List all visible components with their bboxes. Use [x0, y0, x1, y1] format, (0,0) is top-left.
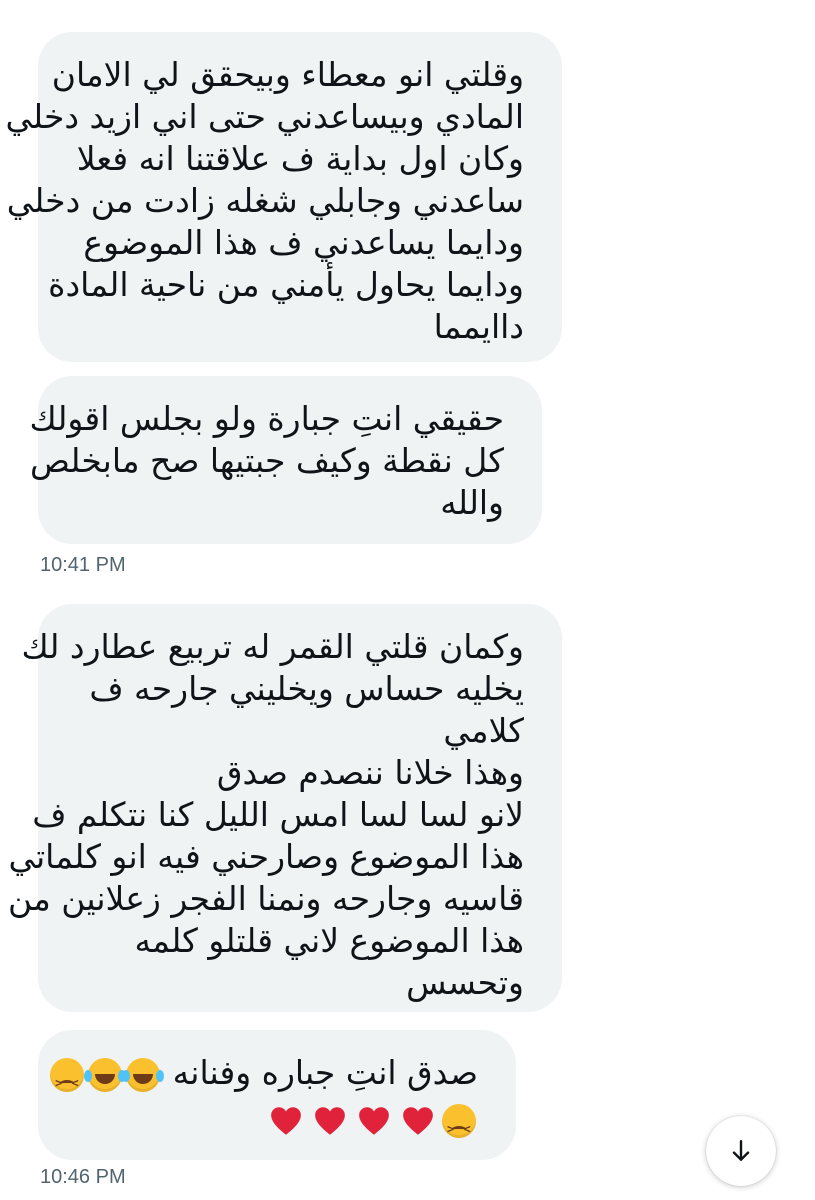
message-line: ودايما يحاول يأمني من ناحية المادة [48, 265, 524, 304]
persevering-face-icon [50, 1057, 85, 1104]
face-with-tears-of-joy-icon [84, 1057, 123, 1092]
message-line: داايمما [433, 307, 524, 346]
message-line [68, 1098, 478, 1150]
message-line: كل نقطة وكيف جبتيها صح مابخلص [30, 441, 504, 480]
message-text: صدق انتِ جباره وفنانه [172, 1053, 478, 1092]
message-line: يخليه حساس ويخليني جارحه ف [89, 669, 524, 708]
previous-timestamp-partial [40, 0, 140, 4]
message-bubble[interactable]: صدق انتِ جباره وفنانه [38, 1030, 516, 1160]
message-line: وكمان قلتي القمر له تربيع عطارد لك [21, 627, 524, 666]
message-line: وتحسس [406, 963, 524, 1002]
red-heart-icon [313, 1104, 347, 1138]
message-line: المادي وبيساعدني حتى اني ازيد دخلي [5, 97, 524, 136]
message-line: وكان اول بداية ف علاقتنا انه فعلا [76, 139, 524, 178]
persevering-face-icon [442, 1103, 476, 1150]
face-with-tears-of-joy-icon [122, 1057, 161, 1092]
message-line: صدق انتِ جباره وفنانه [50, 1052, 478, 1104]
message-line: كلامي [443, 711, 524, 750]
message-line: هذا الموضوع لاني قلتلو كلمه [134, 921, 524, 960]
message-bubble[interactable]: وكمان قلتي القمر له تربيع عطارد لك يخليه… [7, 604, 562, 1012]
message-line: هذا الموضوع وصارحني فيه انو كلماتي [8, 837, 524, 876]
red-heart-icon [401, 1104, 435, 1138]
message-timestamp: 10:46 PM [40, 1166, 126, 1188]
message-timestamp: 10:41 PM [40, 554, 126, 576]
message-line: والله [440, 483, 504, 522]
arrow-down-icon [732, 1140, 750, 1161]
message-bubble[interactable]: حقيقي انتِ جبارة ولو بجلس اقولك كل نقطة … [29, 376, 542, 544]
message-line: وهذا خلانا ننصدم صدق [216, 753, 524, 792]
message-line: قاسيه وجارحه ونمنا الفجر زعلانين من [7, 879, 524, 918]
message-line: لانو لسا لسا امس الليل كنا نتكلم ف [32, 795, 524, 834]
red-heart-icon [269, 1104, 303, 1138]
message-line: ودايما يساعدني ف هذا الموضوع [83, 223, 524, 262]
scroll-to-bottom-button[interactable] [706, 1116, 776, 1186]
red-heart-icon [357, 1104, 391, 1138]
message-line: وقلتي انو معطاء وبيحقق لي الامان [51, 55, 524, 94]
message-line: حقيقي انتِ جبارة ولو بجلس اقولك [29, 399, 504, 438]
message-bubble[interactable]: وقلتي انو معطاء وبيحقق لي الامان المادي … [5, 32, 562, 362]
message-line: ساعدني وجابلي شغله زادت من دخلي [6, 181, 524, 220]
